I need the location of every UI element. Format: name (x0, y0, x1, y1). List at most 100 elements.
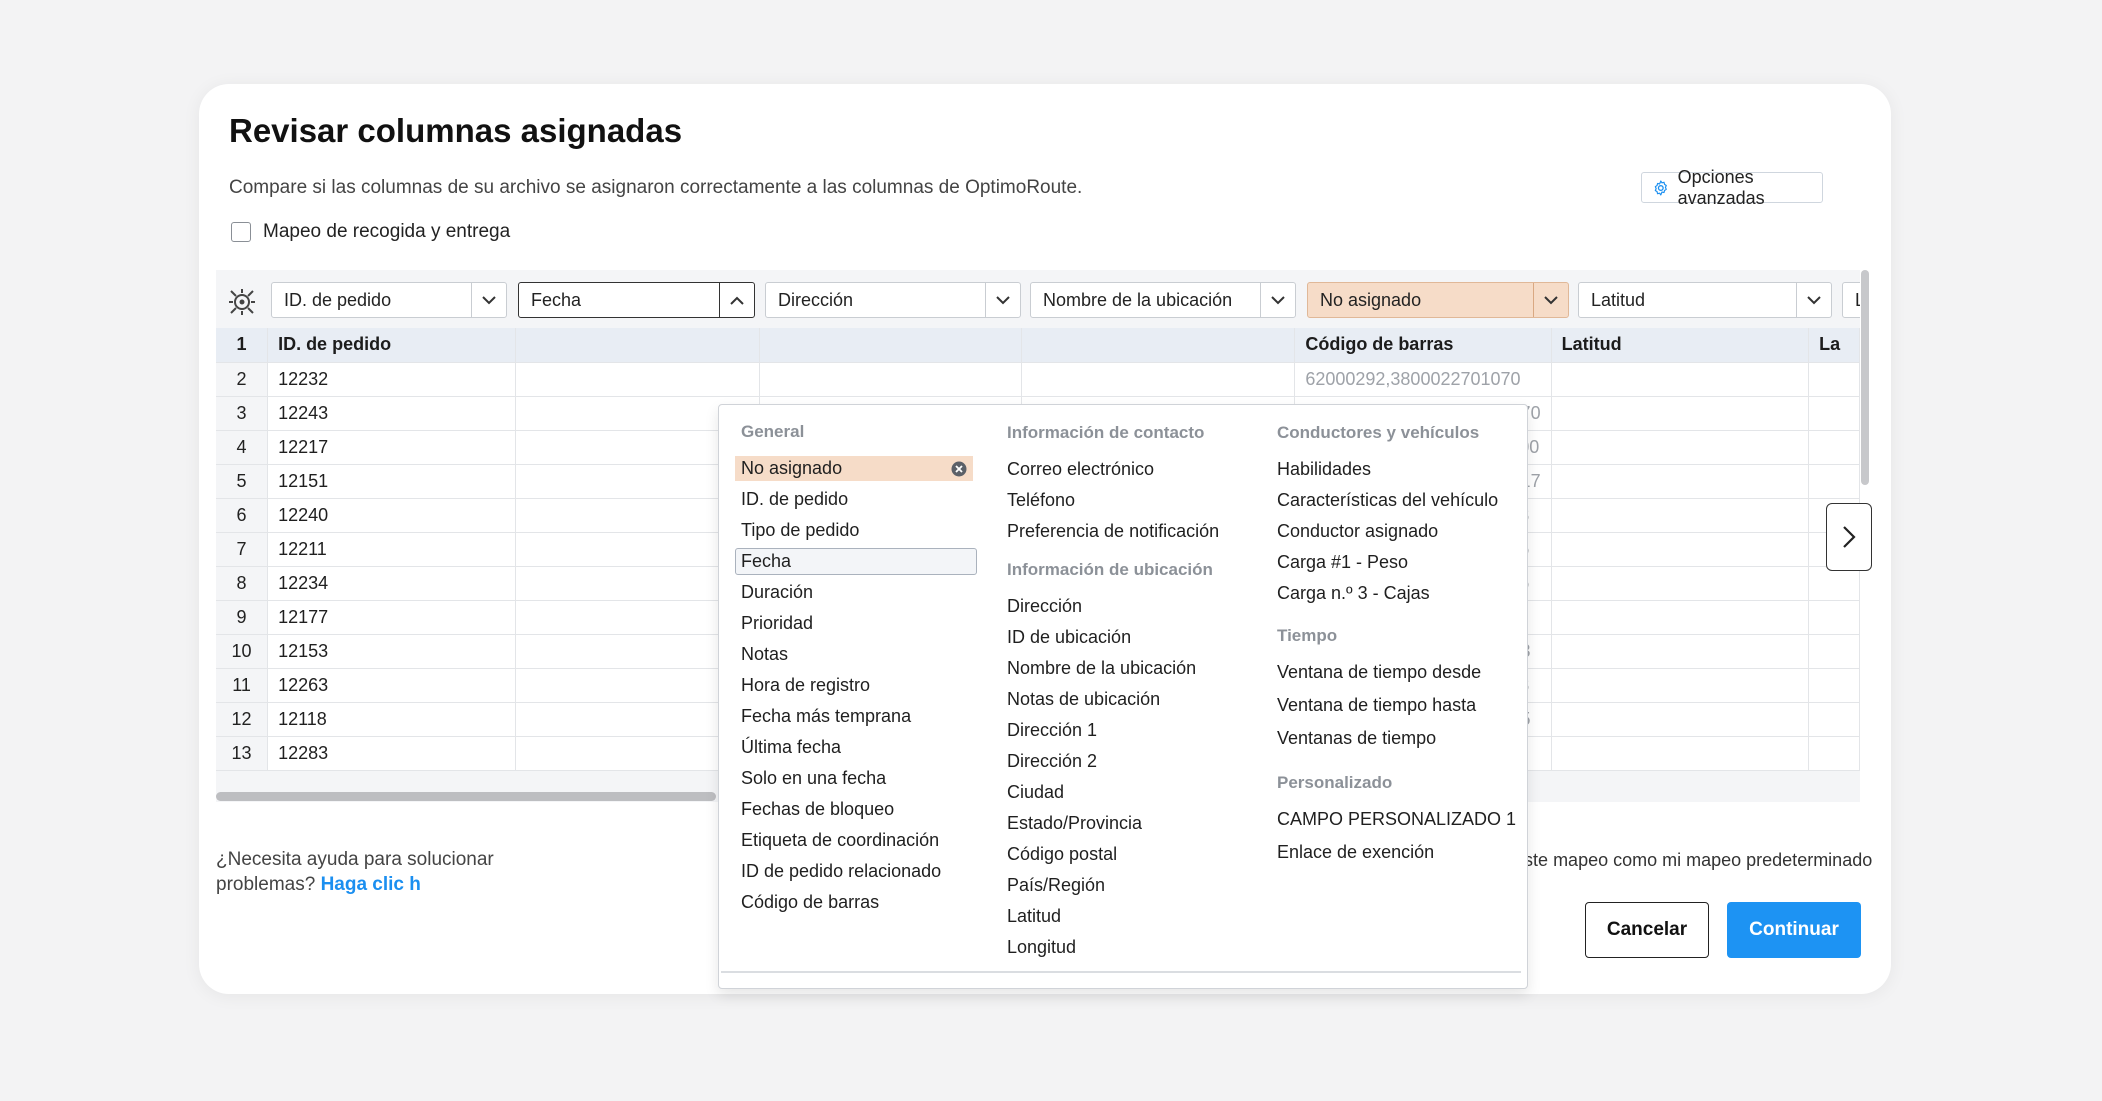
time-option[interactable]: Ventanas de tiempo (1277, 728, 1436, 749)
option-label: Latitud (1007, 906, 1062, 926)
table-cell (1808, 396, 1860, 431)
gear-icon (1654, 179, 1667, 196)
drivers-option[interactable]: Carga n.º 3 - Cajas (1277, 583, 1430, 604)
option-label: Ventana de tiempo hasta (1277, 695, 1477, 715)
location-option[interactable]: Dirección (1007, 596, 1082, 617)
general-option[interactable]: Última fecha (741, 737, 841, 758)
column-select-5[interactable]: No asignado (1307, 282, 1569, 318)
group-title-time: Tiempo (1277, 626, 1338, 645)
option-label: Duración (741, 582, 814, 602)
header-cell (759, 328, 1022, 363)
table-cell (1551, 736, 1810, 771)
location-option[interactable]: País/Región (1007, 875, 1105, 896)
column-select-1[interactable]: ID. de pedido (271, 282, 507, 318)
option-label: Preferencia de notificación (1007, 521, 1220, 541)
contact-option[interactable]: Teléfono (1007, 490, 1075, 511)
table-cell (1551, 532, 1810, 567)
general-option[interactable]: Notas (741, 644, 788, 665)
table-cell (1808, 464, 1860, 499)
option-label: País/Región (1007, 875, 1106, 895)
header-cell: ID. de pedido (267, 328, 517, 363)
help-link[interactable]: Haga clic h (321, 874, 421, 895)
general-option[interactable]: Código de barras (741, 892, 879, 913)
table-cell (515, 362, 761, 397)
location-option[interactable]: Longitud (1007, 937, 1076, 958)
general-option[interactable]: Etiqueta de coordinación (741, 830, 939, 851)
drivers-option[interactable]: Habilidades (1277, 459, 1371, 480)
option-label: Ventana de tiempo desde (1277, 662, 1482, 682)
option-label: No asignado (741, 458, 843, 478)
option-label: Notas (741, 644, 789, 664)
table-cell (1551, 634, 1810, 669)
row-number: 12 (216, 702, 269, 737)
option-label: Habilidades (1277, 459, 1372, 479)
time-option[interactable]: Ventana de tiempo desde (1277, 662, 1481, 683)
time-option[interactable]: Ventana de tiempo hasta (1277, 695, 1476, 716)
advanced-options-button[interactable]: Opciones avanzadas (1641, 167, 1823, 208)
contact-option[interactable]: Correo electrónico (1007, 459, 1154, 480)
pickup-delivery-checkbox[interactable] (231, 222, 251, 242)
table-cell (1021, 362, 1296, 397)
location-option[interactable]: Dirección 1 (1007, 720, 1097, 741)
location-option[interactable]: Notas de ubicación (1007, 689, 1160, 710)
column-select-2[interactable]: Fecha (518, 282, 755, 318)
option-label: Características del vehículo (1277, 490, 1499, 510)
general-option[interactable]: Solo en una fecha (741, 768, 886, 789)
general-option[interactable]: Tipo de pedido (741, 520, 859, 541)
column-select-4[interactable]: Nombre de la ubicación (1030, 282, 1296, 318)
location-option[interactable]: Dirección 2 (1007, 751, 1097, 772)
vertical-scrollbar[interactable] (1861, 270, 1869, 485)
option-label: Solo en una fecha (741, 768, 887, 788)
order-id-cell: 12234 (267, 566, 517, 601)
general-option[interactable]: ID de pedido relacionado (741, 861, 941, 882)
cancel-button[interactable]: Cancelar (1585, 902, 1709, 958)
column-select-6[interactable]: Latitud (1578, 282, 1832, 318)
column-select-value: Nombre de la ubicación (1043, 289, 1233, 310)
general-option[interactable]: ID. de pedido (741, 489, 848, 510)
clear-icon[interactable] (951, 461, 967, 477)
general-option[interactable]: Hora de registro (741, 675, 870, 696)
drivers-option[interactable]: Carga #1 - Peso (1277, 552, 1408, 573)
location-option[interactable]: ID de ubicación (1007, 627, 1131, 648)
option-label: ID de pedido relacionado (741, 861, 942, 881)
location-option[interactable]: Código postal (1007, 844, 1117, 865)
row-number: 1 (216, 328, 269, 363)
row-number: 13 (216, 736, 269, 771)
column-select-3[interactable]: Dirección (765, 282, 1021, 318)
horizontal-scrollbar[interactable] (216, 792, 716, 801)
drivers-option[interactable]: Características del vehículo (1277, 490, 1498, 511)
location-option[interactable]: Estado/Provincia (1007, 813, 1142, 834)
dropdown-divider (721, 971, 1521, 973)
general-option[interactable]: Duración (741, 582, 813, 603)
location-option[interactable]: Nombre de la ubicación (1007, 658, 1196, 679)
group-title-custom: Personalizado (1277, 773, 1393, 792)
option-label: Enlace de exención (1277, 842, 1435, 862)
location-option[interactable]: Ciudad (1007, 782, 1064, 803)
general-option[interactable]: Fechas de bloqueo (741, 799, 894, 820)
general-option[interactable]: Prioridad (741, 613, 813, 634)
row-number: 5 (216, 464, 269, 499)
header-cell (515, 328, 761, 363)
table-row: 2 12232 62000292,3800022701070 (216, 362, 1860, 397)
option-label: ID de ubicación (1007, 627, 1132, 647)
auto-map-icon[interactable] (228, 288, 256, 316)
option-label: Dirección 2 (1007, 751, 1098, 771)
advanced-options-label: Opciones avanzadas (1677, 166, 1765, 208)
general-option[interactable]: Fecha (735, 548, 977, 575)
general-option[interactable]: Fecha más temprana (741, 706, 911, 727)
option-label: Estado/Provincia (1007, 813, 1143, 833)
pickup-delivery-label: Mapeo de recogida y entrega (263, 221, 511, 242)
general-option[interactable]: No asignado (735, 456, 973, 481)
order-id-cell: 12243 (267, 396, 517, 431)
page-title: Revisar columnas asignadas (229, 112, 683, 149)
continue-button[interactable]: Continuar (1727, 902, 1861, 958)
column-select-value: ID. de pedido (284, 289, 392, 310)
custom-option[interactable]: CAMPO PERSONALIZADO 1 (1277, 809, 1516, 830)
contact-option[interactable]: Preferencia de notificación (1007, 521, 1219, 542)
drivers-option[interactable]: Conductor asignado (1277, 521, 1438, 542)
next-columns-button[interactable] (1826, 503, 1872, 571)
column-select-7[interactable]: L (1842, 282, 1860, 318)
custom-option[interactable]: Enlace de exención (1277, 842, 1434, 863)
chevron-down-icon (1533, 283, 1568, 317)
location-option[interactable]: Latitud (1007, 906, 1061, 927)
